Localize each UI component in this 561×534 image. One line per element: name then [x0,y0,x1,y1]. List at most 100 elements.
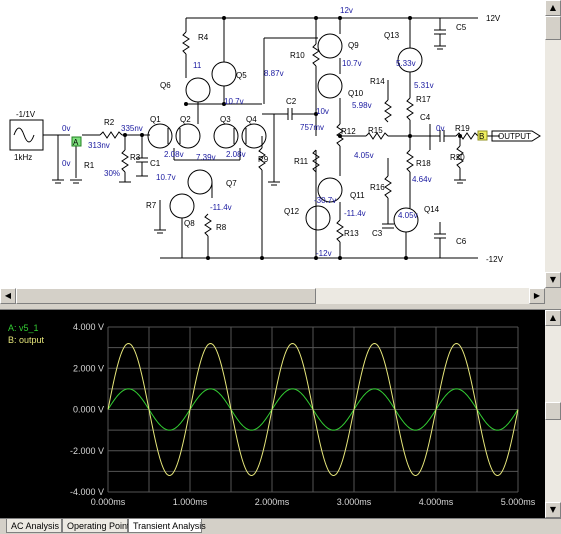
label-r13: R13 [344,229,359,238]
label-c5: C5 [456,23,467,32]
scroll-up-button[interactable]: ▲ [545,310,561,326]
voltage-readout: 2.08v [164,150,184,159]
label-c4: C4 [420,113,431,122]
probe-a-label: A [73,138,79,147]
voltage-readout: 10v [316,107,329,116]
label-q11: Q11 [350,191,365,200]
scroll-thumb[interactable] [545,402,561,420]
tab-ac-analysis[interactable]: AC Analysis [6,519,62,533]
x-tick-label: 2.000ms [255,497,290,507]
label-r11: R11 [294,157,309,166]
y-tick-label: 4.000 V [73,322,104,332]
simulator-window: A B 12v 12V -12V OUTPUT -1/1V 1kHz R1 R2… [0,0,561,534]
label-c2: C2 [286,97,297,106]
scroll-left-button[interactable]: ◀ [0,288,16,304]
label-r10: R10 [290,51,305,60]
scroll-down-button[interactable]: ▼ [545,272,561,288]
label-c6: C6 [456,237,467,246]
analysis-tab-bar: AC Analysis Operating Point Transient An… [0,518,561,534]
voltage-readout: 8.87v [264,69,284,78]
output-label: OUTPUT [498,132,531,141]
label-r7: R7 [146,201,157,210]
y-tick-label: 0.000 V [73,405,104,415]
source-amplitude: -1/1V [16,110,36,119]
x-tick-label: 0.000ms [91,497,126,507]
tab-transient-analysis[interactable]: Transient Analysis [128,519,206,533]
label-r19: R19 [455,124,470,133]
voltage-readout: 313nv [88,141,110,150]
schematic-horizontal-scrollbar[interactable]: ◀ ▶ [0,288,545,304]
x-tick-label: 5.000ms [501,497,536,507]
voltage-readout: 0v [436,124,444,133]
tab-operating-point[interactable]: Operating Point [62,519,130,533]
label-r20: R20 [450,153,465,162]
legend-a: A: v5_1 [8,323,39,333]
label-r15: R15 [368,126,383,135]
label-q5: Q5 [236,71,247,80]
voltage-readout: -11.4v [344,209,366,218]
label-q8: Q8 [184,219,195,228]
voltage-readout: -12v [316,249,332,258]
voltage-readout: -11.4v [210,203,232,212]
label-r14: R14 [370,77,385,86]
rail-voltage-label: 12v [340,6,353,15]
scroll-thumb[interactable] [16,288,316,304]
scope-vertical-scrollbar[interactable]: ▲ ▼ [545,310,561,518]
voltage-readout: 11 [193,61,202,70]
label-q7: Q7 [226,179,237,188]
label-r9: R9 [258,155,269,164]
supply-pos-label: 12V [486,14,501,23]
y-tick-label: -4.000 V [70,487,104,497]
label-q14: Q14 [424,205,440,214]
x-tick-label: 4.000ms [419,497,454,507]
scroll-thumb[interactable] [545,16,561,40]
scope-panel: 4.000 V 2.000 V 0.000 V -2.000 V -4.000 V 0.… [0,310,545,518]
scroll-corner [545,288,561,304]
label-q10: Q10 [348,89,364,98]
label-q9: Q9 [348,41,359,50]
x-tick-label: 1.000ms [173,497,208,507]
y-tick-label: -2.000 V [70,446,104,456]
voltage-readout: 10.7v [156,173,176,182]
label-r16: R16 [370,183,385,192]
waveform-chart[interactable]: 4.000 V 2.000 V 0.000 V -2.000 V -4.000 V 0.… [0,310,545,518]
voltage-readout: 2.08v [226,150,246,159]
voltage-readout: 10.7v [224,97,244,106]
label-r8: R8 [216,223,227,232]
voltage-readout: 30% [104,169,120,178]
voltage-readout: 757mv [300,123,324,132]
voltage-readout: 5.31v [414,81,434,90]
label-r4: R4 [198,33,209,42]
x-axis-ticks: 0.000ms 1.000ms 2.000ms 3.000ms 4.000ms 5.000… [91,497,536,507]
voltage-readout: -30.7v [314,196,336,205]
voltage-readout: 0v [62,124,70,133]
label-q6: Q6 [160,81,171,90]
voltage-readout: 4.64v [412,175,432,184]
label-q12: Q12 [284,207,300,216]
probe-b-label: B [479,132,484,141]
label-q13: Q13 [384,31,400,40]
schematic-vertical-scrollbar[interactable]: ▲ ▼ [545,0,561,288]
voltage-readout: 5.33v [396,59,416,68]
voltage-readout: 4.05v [354,151,374,160]
supply-neg-label: -12V [486,255,504,264]
voltage-readout: 10.7v [342,59,362,68]
label-r1: R1 [84,161,95,170]
source-frequency: 1kHz [14,153,32,162]
voltage-readout: 5.98v [352,101,372,110]
label-r2: R2 [104,118,115,127]
scroll-right-button[interactable]: ▶ [529,288,545,304]
scroll-down-button[interactable]: ▼ [545,502,561,518]
legend-b: B: output [8,335,45,345]
y-tick-label: 2.000 V [73,363,104,373]
schematic-canvas[interactable]: A B 12v 12V -12V OUTPUT -1/1V 1kHz R1 R2… [0,0,545,288]
voltage-readout: 7.39v [196,153,216,162]
label-q4: Q4 [246,115,257,124]
label-r3: R3 [130,153,141,162]
label-q2: Q2 [180,115,191,124]
schematic-svg: A B 12v 12V -12V OUTPUT -1/1V 1kHz R1 R2… [9,6,541,264]
voltage-readout: 0v [62,159,70,168]
scroll-up-button[interactable]: ▲ [545,0,561,16]
y-axis-ticks: 4.000 V 2.000 V 0.000 V -2.000 V -4.000 V [70,322,104,497]
label-c3: C3 [372,229,383,238]
